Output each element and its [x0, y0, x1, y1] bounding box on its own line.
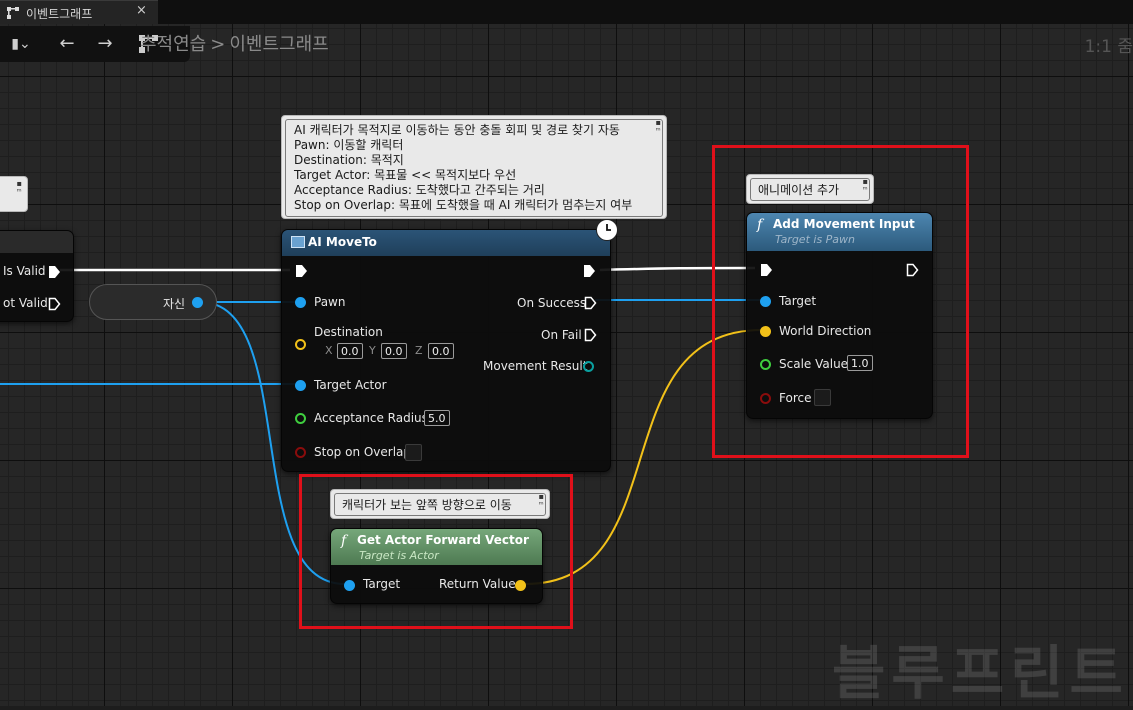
- dest-y-label: Y: [369, 344, 376, 357]
- pin-icon[interactable]: ▪ ᵐ: [17, 180, 22, 196]
- close-icon[interactable]: ×: [136, 3, 147, 18]
- stop-on-overlap-checkbox[interactable]: [405, 444, 422, 461]
- forward-button[interactable]: →: [92, 32, 118, 56]
- acceptance-radius-field[interactable]: 5.0: [424, 410, 450, 426]
- comment-line-6: Stop on Overlap: 목표에 도착했을 때 AI 캐릭터가 멈추는지…: [294, 198, 633, 212]
- on-success-label: On Success: [517, 296, 587, 310]
- comment-line-1: AI 캐릭터가 목적지로 이동하는 동안 충돌 회피 및 경로 찾기 자동: [294, 123, 620, 137]
- acceptance-radius-pin[interactable]: [295, 413, 306, 424]
- acceptance-radius-label: Acceptance Radius: [314, 411, 428, 425]
- comment-line-4: Target Actor: 목표물 << 목적지보다 우선: [294, 168, 517, 182]
- movement-result-label: Movement Result: [483, 359, 588, 373]
- tab-label: 이벤트그래프: [26, 7, 93, 21]
- breadcrumb-separator: >: [210, 34, 226, 55]
- node-header: AI MoveTo: [282, 230, 610, 256]
- pawn-label: Pawn: [314, 295, 346, 309]
- breadcrumb: 추적연습 > 이벤트그래프: [140, 30, 329, 56]
- node-title: AI MoveTo: [308, 235, 377, 249]
- on-success-exec-icon[interactable]: [584, 296, 597, 310]
- exec-out-empty-icon[interactable]: [48, 297, 61, 311]
- self-label: 자신: [163, 297, 186, 311]
- left-comment-bubble[interactable]: ▪ ᵐ: [0, 176, 28, 212]
- back-button[interactable]: ←: [54, 32, 80, 56]
- pin-icon[interactable]: ▪ ᵐ: [656, 119, 661, 135]
- exec-out-icon[interactable]: [583, 264, 596, 278]
- destination-label: Destination: [314, 325, 383, 339]
- movement-result-pin[interactable]: [583, 361, 594, 372]
- self-reference-node[interactable]: 자신: [89, 284, 217, 320]
- pin-not-valid: ot Valid: [3, 296, 48, 310]
- watermark: 블루프린트: [832, 639, 1129, 707]
- target-actor-label: Target Actor: [314, 378, 387, 392]
- target-actor-pin[interactable]: [295, 380, 306, 391]
- zoom-level: 1:1 줌: [1084, 37, 1133, 57]
- on-fail-exec-icon[interactable]: [584, 328, 597, 342]
- stop-on-overlap-pin[interactable]: [295, 447, 306, 458]
- comment-line-3: Destination: 목적지: [294, 153, 404, 167]
- clock-icon: [596, 219, 618, 241]
- dest-z-label: Z: [415, 344, 423, 357]
- comment-line-5: Acceptance Radius: 도착했다고 간주되는 거리: [294, 183, 545, 197]
- dest-x-field[interactable]: 0.0: [337, 343, 363, 359]
- exec-in-icon[interactable]: [295, 264, 308, 278]
- tab-bar: 이벤트그래프 ×: [0, 0, 1133, 24]
- destination-pin[interactable]: [295, 339, 306, 350]
- dest-z-field[interactable]: 0.0: [428, 343, 454, 359]
- pawn-pin[interactable]: [295, 297, 306, 308]
- comment-line-2: Pawn: 이동할 캐릭터: [294, 138, 404, 152]
- breadcrumb-root[interactable]: 추적연습: [140, 34, 206, 55]
- stop-on-overlap-label: Stop on Overlap: [314, 445, 412, 459]
- is-valid-node[interactable]: Is Valid ot Valid: [0, 230, 74, 322]
- node-header: [0, 231, 73, 253]
- self-output-pin[interactable]: [192, 297, 203, 308]
- async-icon: [291, 236, 305, 248]
- ai-moveto-node[interactable]: AI MoveTo Pawn Destination X 0.0 Y 0.0 Z…: [281, 229, 611, 472]
- ai-moveto-comment[interactable]: AI 캐릭터가 목적지로 이동하는 동안 충돌 회피 및 경로 찾기 자동 Pa…: [281, 115, 667, 219]
- graph-icon: [7, 7, 19, 19]
- dest-x-label: X: [325, 344, 333, 357]
- dest-y-field[interactable]: 0.0: [381, 343, 407, 359]
- breadcrumb-current: 이벤트그래프: [229, 34, 329, 55]
- exec-out-filled-icon[interactable]: [48, 265, 61, 279]
- pin-is-valid: Is Valid: [3, 264, 46, 278]
- on-fail-label: On Fail: [541, 328, 582, 342]
- highlight-box-forward: [299, 474, 573, 629]
- tab-event-graph[interactable]: 이벤트그래프 ×: [0, 0, 158, 24]
- highlight-box-movement: [712, 145, 969, 458]
- bookmark-icon[interactable]: ▮⌄: [6, 32, 36, 56]
